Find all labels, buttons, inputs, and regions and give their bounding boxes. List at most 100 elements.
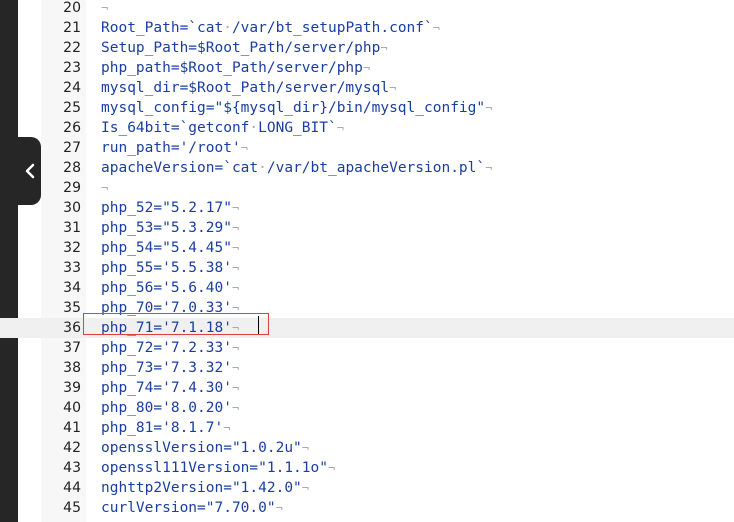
- code-text: curlVersion="7.70.0"¬: [101, 498, 283, 518]
- eol-marker: ¬: [240, 141, 248, 155]
- code-text: openssl111Version="1.1.1o"¬: [101, 458, 335, 478]
- code-token: php_55='5.5.38': [101, 260, 232, 276]
- eol-marker: ¬: [231, 341, 240, 355]
- line-number: 45: [63, 500, 81, 516]
- code-token: Setup_Path=$Root_Path/server/php: [101, 40, 381, 56]
- eol-marker: ¬: [485, 101, 493, 115]
- code-line[interactable]: 39 php_74='7.4.30'¬: [0, 378, 734, 398]
- code-line[interactable]: 41 php_81='8.1.7'¬: [0, 418, 734, 438]
- code-line[interactable]: 25 mysql_config="${mysql_dir}/bin/mysql_c…: [0, 98, 734, 118]
- line-number: 42: [63, 440, 81, 456]
- eol-marker: ¬: [275, 501, 283, 515]
- line-number: 26: [63, 120, 81, 136]
- line-number: 35: [63, 300, 81, 316]
- eol-marker: ¬: [380, 41, 388, 55]
- code-line[interactable]: 23 php_path=$Root_Path/server/php¬: [0, 58, 734, 78]
- eol-marker: ¬: [223, 421, 231, 435]
- code-text: php_81='8.1.7'¬: [101, 418, 230, 438]
- code-line[interactable]: 34 php_56='5.6.40'¬: [0, 278, 734, 298]
- eol-marker: ¬: [336, 121, 344, 135]
- eol-marker: ¬: [362, 61, 371, 75]
- code-text: apacheVersion=`cat·/var/bt_apacheVersion…: [101, 158, 492, 178]
- code-text: php_53="5.3.29"¬: [101, 218, 239, 238]
- code-line[interactable]: 22 Setup_Path=$Root_Path/server/php¬: [0, 38, 734, 58]
- code-editor[interactable]: 20 ¬ 21 Root_Path=`cat·/var/bt_setupPath.co…: [0, 0, 734, 518]
- line-number: 38: [63, 360, 81, 376]
- code-token: openssl111Version="1.1.1o": [101, 460, 328, 476]
- code-text: php_56='5.6.40'¬: [101, 278, 239, 298]
- line-number: 44: [63, 480, 81, 496]
- text-cursor: [258, 316, 259, 334]
- eol-marker: ¬: [389, 81, 397, 95]
- eol-marker: ¬: [231, 201, 240, 215]
- code-line[interactable]: 20 ¬: [0, 0, 734, 18]
- eol-marker: ¬: [231, 261, 240, 275]
- code-token: run_path='/root': [101, 140, 241, 156]
- line-number: 27: [63, 140, 81, 156]
- code-token: curlVersion="7.70.0": [101, 500, 276, 516]
- code-token: nghttp2Version="1.42.0": [101, 480, 302, 496]
- code-line[interactable]: 45 curlVersion="7.70.0"¬: [0, 498, 734, 518]
- line-number: 31: [63, 220, 81, 236]
- eol-marker: ¬: [101, 181, 109, 195]
- code-line[interactable]: 42 opensslVersion="1.0.2u"¬: [0, 438, 734, 458]
- code-line[interactable]: 40 php_80='8.0.20'¬: [0, 398, 734, 418]
- code-line[interactable]: 26 Is_64bit=`getconf·LONG_BIT`¬: [0, 118, 734, 138]
- code-text: php_73='7.3.32'¬: [101, 358, 239, 378]
- code-text: opensslVersion="1.0.2u"¬: [101, 438, 309, 458]
- line-number: 28: [63, 160, 81, 176]
- code-token: php_path=$Root_Path/server/php: [101, 60, 363, 76]
- line-number: 24: [63, 80, 81, 96]
- whitespace-marker: ·: [223, 20, 232, 36]
- code-line[interactable]: 37 php_72='7.2.33'¬: [0, 338, 734, 358]
- line-number: 36: [63, 320, 81, 336]
- code-token: /var/bt_apacheVersion.pl`: [266, 160, 486, 176]
- code-line[interactable]: 31 php_53="5.3.29"¬: [0, 218, 734, 238]
- code-token: php_72='7.2.33': [101, 340, 232, 356]
- eol-marker: ¬: [231, 401, 240, 415]
- code-line[interactable]: 30 php_52="5.2.17"¬: [0, 198, 734, 218]
- code-text: php_74='7.4.30'¬: [101, 378, 239, 398]
- line-number: 25: [63, 100, 81, 116]
- code-text: Setup_Path=$Root_Path/server/php¬: [101, 38, 388, 58]
- code-text: php_55='5.5.38'¬: [101, 258, 239, 278]
- line-number: 22: [63, 40, 81, 56]
- code-token: mysql_dir=$Root_Path/server/mysql: [101, 80, 390, 96]
- code-token: php_52="5.2.17": [101, 200, 232, 216]
- code-token: php_54="5.4.45": [101, 240, 232, 256]
- code-line[interactable]: 43 openssl111Version="1.1.1o"¬: [0, 458, 734, 478]
- code-text: nghttp2Version="1.42.0"¬: [101, 478, 309, 498]
- code-line[interactable]: 38 php_73='7.3.32'¬: [0, 358, 734, 378]
- code-token: LONG_BIT`: [258, 120, 337, 136]
- eol-marker: ¬: [231, 361, 240, 375]
- code-line[interactable]: 21 Root_Path=`cat·/var/bt_setupPath.conf`…: [0, 18, 734, 38]
- code-token: php_53="5.3.29": [101, 220, 232, 236]
- code-token: apacheVersion=`cat: [101, 160, 259, 176]
- code-line[interactable]: 24 mysql_dir=$Root_Path/server/mysql¬: [0, 78, 734, 98]
- code-line[interactable]: 44 nghttp2Version="1.42.0"¬: [0, 478, 734, 498]
- code-line[interactable]: 28 apacheVersion=`cat·/var/bt_apacheVersi…: [0, 158, 734, 178]
- line-number: 21: [63, 20, 81, 36]
- code-text: mysql_dir=$Root_Path/server/mysql¬: [101, 78, 396, 98]
- eol-marker: ¬: [231, 241, 240, 255]
- code-token: opensslVersion="1.0.2u": [101, 440, 302, 456]
- eol-marker: ¬: [485, 161, 493, 175]
- line-number: 23: [63, 60, 81, 76]
- line-number: 30: [63, 200, 81, 216]
- code-token: php_74='7.4.30': [101, 380, 232, 396]
- code-line[interactable]: 33 php_55='5.5.38'¬: [0, 258, 734, 278]
- code-token: php_81='8.1.7': [101, 420, 224, 436]
- code-text: mysql_config="${mysql_dir}/bin/mysql_con…: [101, 98, 492, 118]
- code-text: php_80='8.0.20'¬: [101, 398, 239, 418]
- line-number: 29: [63, 180, 81, 196]
- code-line[interactable]: 32 php_54="5.4.45"¬: [0, 238, 734, 258]
- line-number: 32: [63, 240, 81, 256]
- line-number: 20: [63, 0, 81, 16]
- code-line[interactable]: 27 run_path='/root'¬: [0, 138, 734, 158]
- line-number: 43: [63, 460, 81, 476]
- code-text: php_54="5.4.45"¬: [101, 238, 239, 258]
- code-line[interactable]: 29 ¬: [0, 178, 734, 198]
- code-text: php_72='7.2.33'¬: [101, 338, 239, 358]
- line-number: 37: [63, 340, 81, 356]
- line-number: 40: [63, 400, 81, 416]
